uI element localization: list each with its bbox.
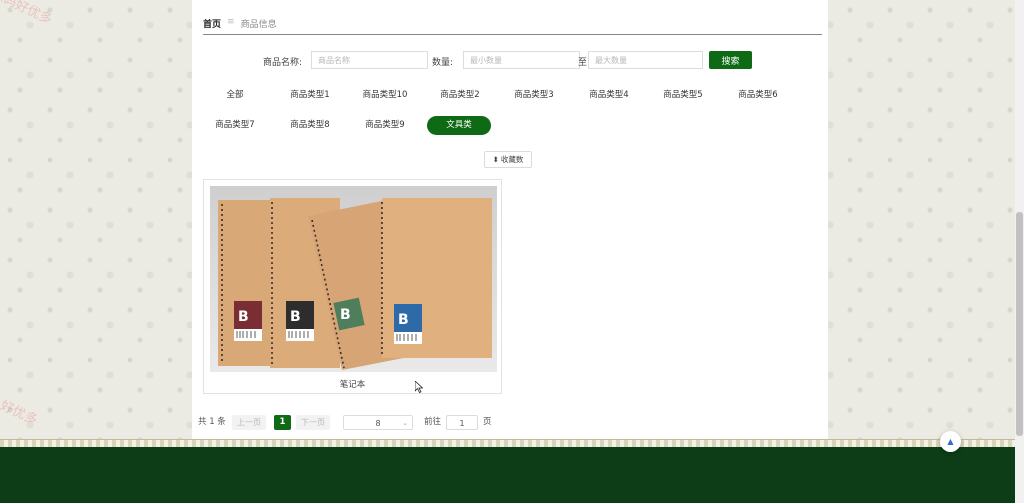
category-type10[interactable]: 商品类型10 — [350, 86, 420, 105]
product-card[interactable]: B B B B 笔记本 — [203, 179, 502, 394]
arrow-up-icon: ▲ — [947, 437, 954, 446]
search-button[interactable]: 搜索 — [709, 51, 752, 69]
prev-page-button[interactable]: 上一页 — [232, 415, 266, 430]
product-name-label: 商品名称: — [263, 58, 303, 68]
sort-icon: ⬍ — [492, 155, 499, 164]
sort-favorites-button[interactable]: ⬍ 收藏数 — [484, 151, 532, 168]
breadcrumb-separator: ≡ — [227, 17, 235, 27]
category-type1[interactable]: 商品类型1 — [275, 86, 345, 105]
goto-page-input[interactable]: 1 — [446, 415, 478, 430]
pagination: 共 1 条 上一页 1 下一页 8 ⌄ 前往 1 页 — [192, 415, 828, 431]
next-page-button[interactable]: 下一页 — [296, 415, 330, 430]
breadcrumb-home[interactable]: 首页 — [203, 17, 221, 30]
product-name[interactable]: 笔记本 — [204, 378, 501, 390]
notebook-label-3: B — [340, 307, 351, 323]
category-stationery[interactable]: 文具类 — [427, 116, 491, 135]
page-size-select[interactable]: 8 ⌄ — [343, 415, 413, 430]
product-name-input[interactable] — [311, 51, 428, 69]
sort-label: 收藏数 — [500, 155, 524, 164]
scrollbar-thumb[interactable] — [1016, 212, 1023, 436]
max-quantity-input[interactable] — [588, 51, 703, 69]
category-type9[interactable]: 商品类型9 — [350, 116, 420, 135]
range-to-label: 至 — [578, 58, 588, 68]
pagination-total: 共 1 条 — [198, 417, 226, 427]
notebook-label-4: B — [398, 312, 409, 328]
notebook-label-2: B — [290, 309, 301, 325]
category-type3[interactable]: 商品类型3 — [499, 86, 569, 105]
goto-label: 前往 — [424, 417, 442, 427]
footer-border — [0, 439, 1024, 447]
notebook-illustration: B B B B — [210, 186, 497, 372]
category-type8[interactable]: 商品类型8 — [275, 116, 345, 135]
category-type6[interactable]: 商品类型6 — [723, 86, 793, 105]
page-unit-label: 页 — [483, 417, 492, 427]
watermark: 源码好优多 — [0, 0, 55, 28]
mouse-cursor-icon — [415, 381, 423, 393]
page-size-value: 8 — [375, 419, 381, 428]
category-all[interactable]: 全部 — [200, 86, 270, 105]
page-scrollbar[interactable] — [1015, 0, 1024, 503]
min-quantity-input[interactable] — [463, 51, 580, 69]
main-panel: 首页 ≡ 商品信息 商品名称: 数量: 至 搜索 全部 商品类型1 商品类型10… — [192, 0, 828, 440]
breadcrumb-current: 商品信息 — [240, 20, 277, 30]
category-type2[interactable]: 商品类型2 — [425, 86, 495, 105]
back-to-top-button[interactable]: ▲ — [940, 431, 961, 452]
page-number-1[interactable]: 1 — [274, 415, 291, 430]
category-type7[interactable]: 商品类型7 — [200, 116, 270, 135]
footer — [0, 447, 1024, 503]
chevron-down-icon: ⌄ — [402, 419, 408, 427]
notebook-label-1: B — [238, 309, 249, 325]
quantity-label: 数量: — [432, 58, 454, 68]
search-bar: 商品名称: 数量: 至 搜索 — [192, 51, 828, 70]
breadcrumb: 首页 ≡ 商品信息 — [203, 17, 822, 35]
product-image[interactable]: B B B B — [210, 186, 497, 372]
category-type5[interactable]: 商品类型5 — [648, 86, 718, 105]
category-type4[interactable]: 商品类型4 — [574, 86, 644, 105]
watermark: 好优多 — [0, 398, 40, 429]
